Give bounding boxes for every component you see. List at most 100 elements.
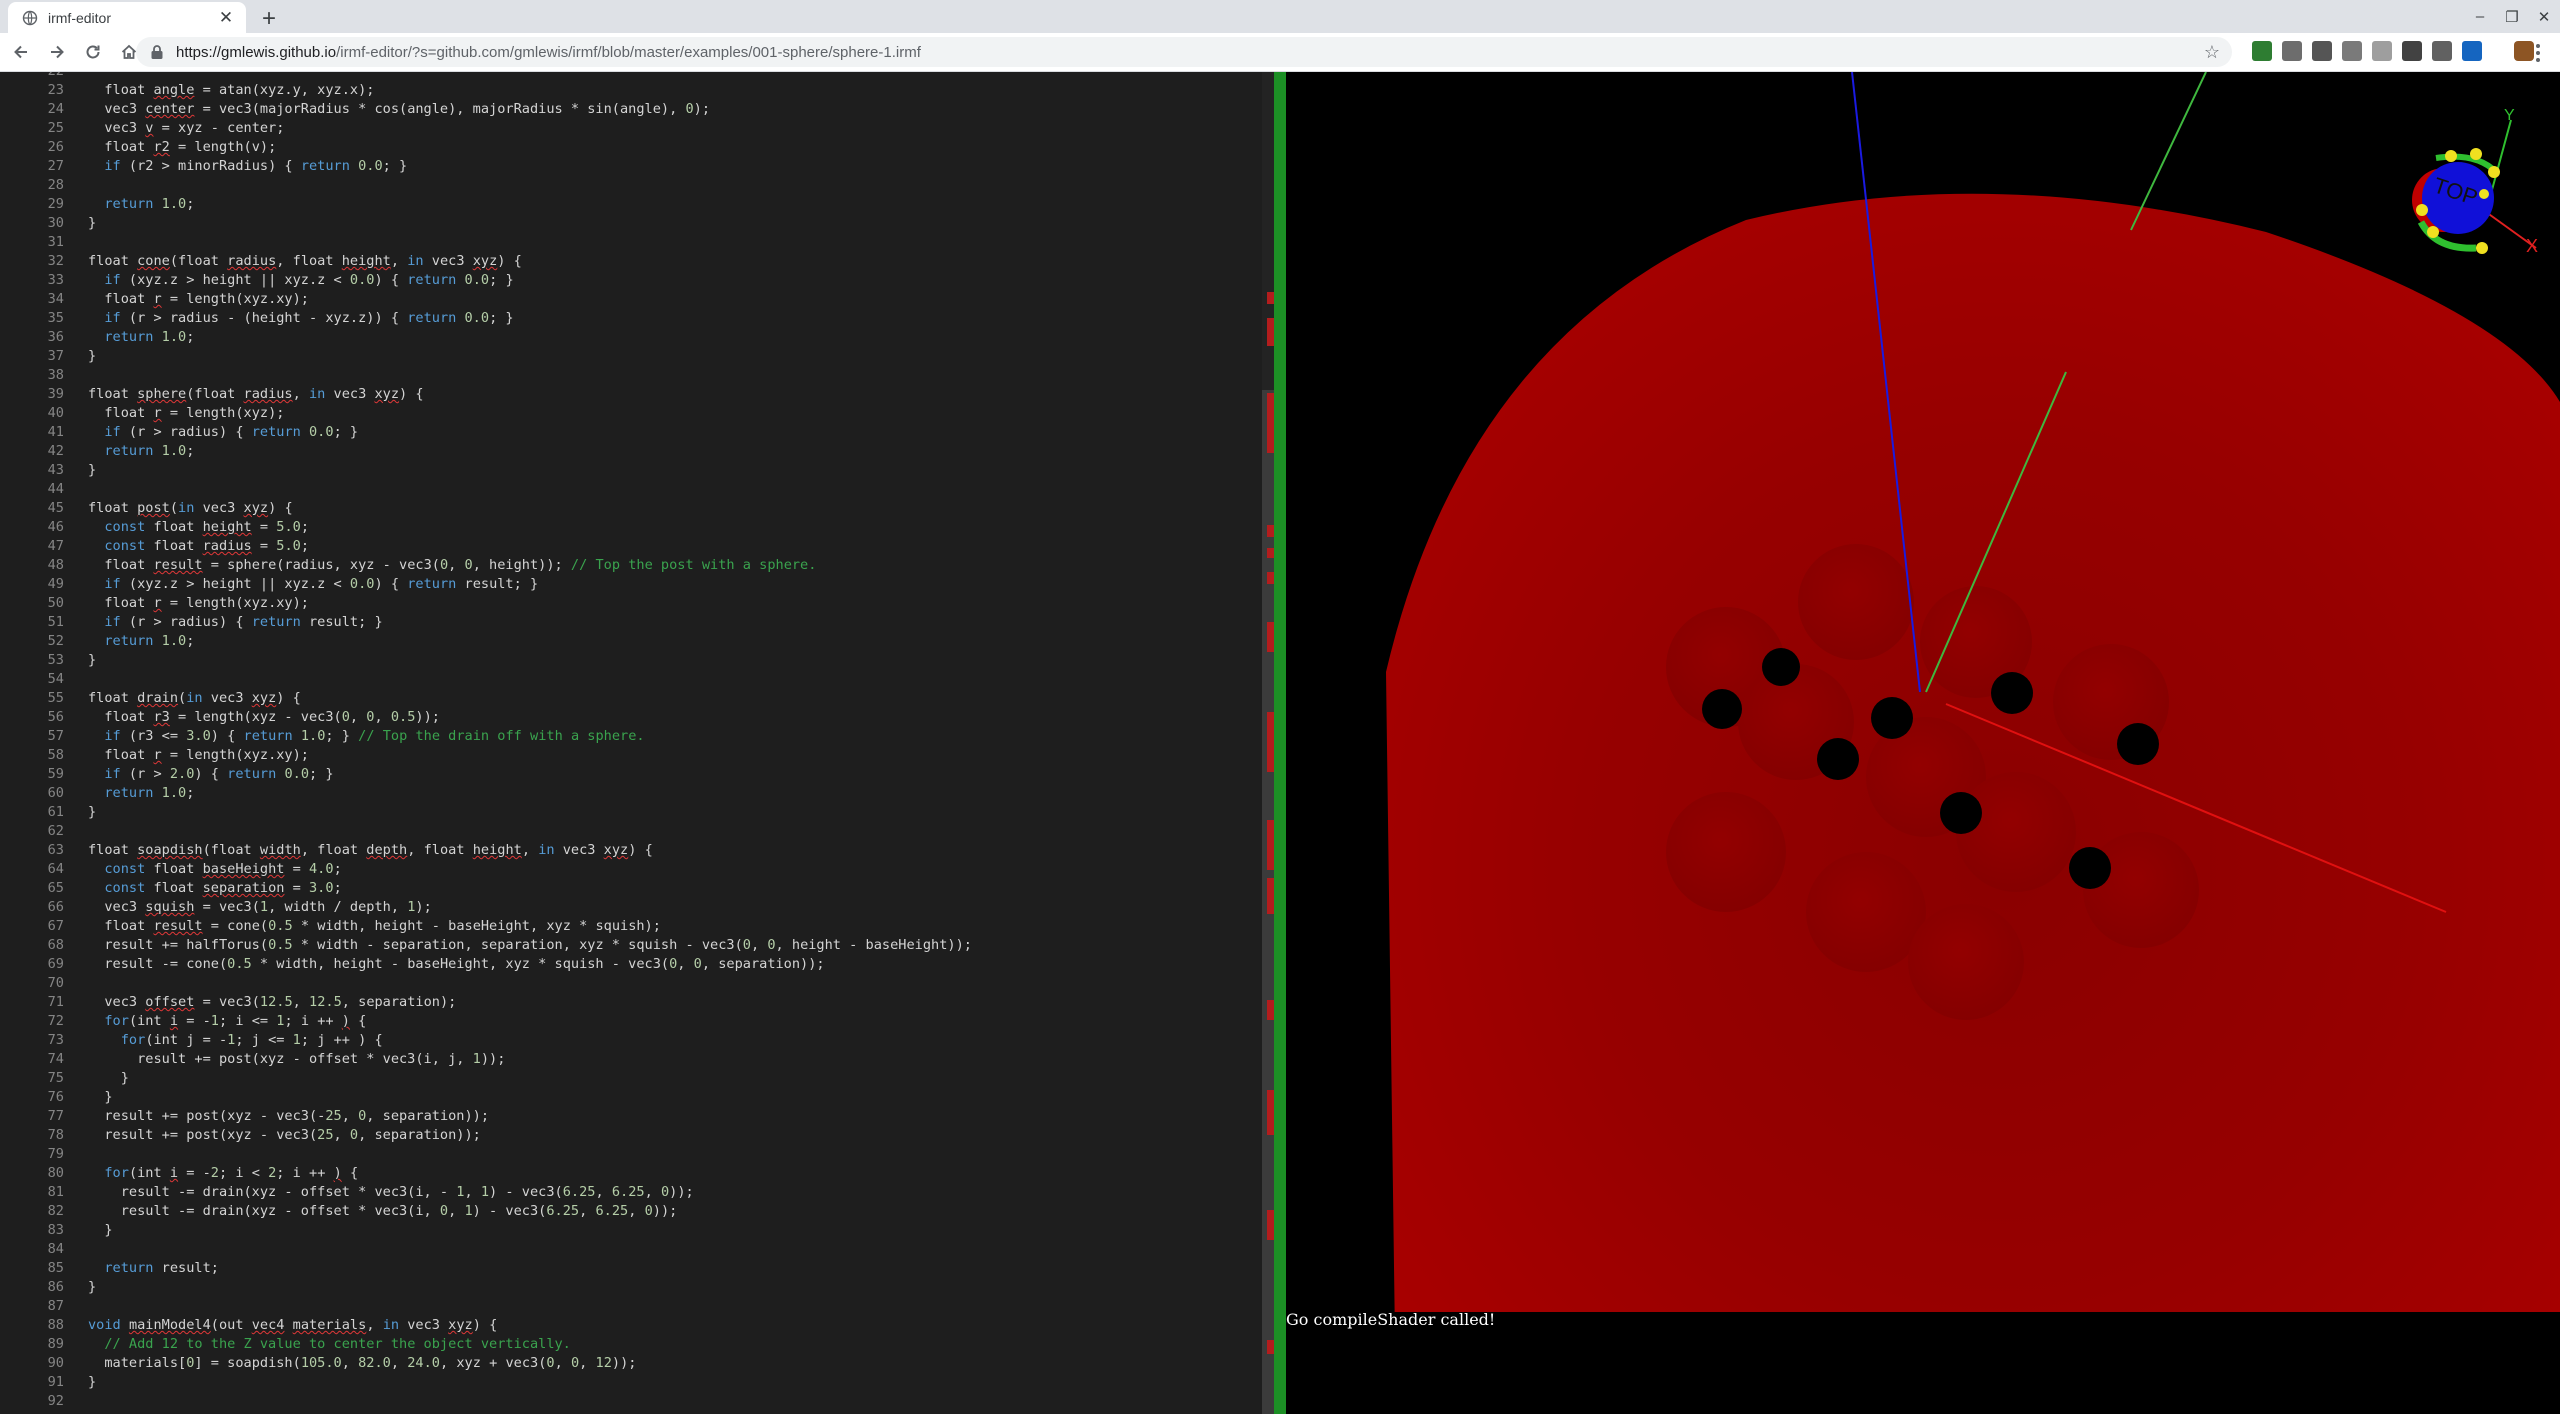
code-line[interactable]: 57 if (r3 <= 3.0) { return 1.0; } // Top… xyxy=(0,727,1262,746)
code-line[interactable]: 41 if (r > radius) { return 0.0; } xyxy=(0,423,1262,442)
code-line[interactable]: 89 // Add 12 to the Z value to center th… xyxy=(0,1335,1262,1354)
code-line[interactable]: 69 result -= cone(0.5 * width, height - … xyxy=(0,955,1262,974)
code-line[interactable]: 49 if (xyz.z > height || xyz.z < 0.0) { … xyxy=(0,575,1262,594)
code-editor[interactable]: 22 23 float angle = atan(xyz.y, xyz.x);2… xyxy=(0,72,1262,1414)
code-line[interactable]: 91} xyxy=(0,1373,1262,1392)
code-line[interactable]: 86} xyxy=(0,1278,1262,1297)
code-line[interactable]: 83 } xyxy=(0,1221,1262,1240)
browser-menu-icon[interactable] xyxy=(2528,42,2548,64)
code-line[interactable]: 23 float angle = atan(xyz.y, xyz.x); xyxy=(0,81,1262,100)
code-line[interactable]: 33 if (xyz.z > height || xyz.z < 0.0) { … xyxy=(0,271,1262,290)
extension-doc-icon[interactable] xyxy=(2432,41,2452,61)
code-token: 0.0 xyxy=(349,272,375,288)
close-tab-icon[interactable]: ✕ xyxy=(216,8,236,28)
code-line[interactable]: 68 result += halfTorus(0.5 * width - sep… xyxy=(0,936,1262,955)
code-line[interactable]: 36 return 1.0; xyxy=(0,328,1262,347)
code-line[interactable]: 55 float drain(in vec3 xyz) { xyxy=(0,689,1262,708)
code-line[interactable]: 60 return 1.0; xyxy=(0,784,1262,803)
code-line[interactable]: 53} xyxy=(0,651,1262,670)
code-token: return xyxy=(407,272,457,288)
new-tab-button[interactable]: + xyxy=(256,5,282,32)
code-line[interactable]: 37} xyxy=(0,347,1262,366)
code-line[interactable]: 67 float result = cone(0.5 * width, heig… xyxy=(0,917,1262,936)
code-line[interactable]: 35 if (r > radius - (height - xyz.z)) { … xyxy=(0,309,1262,328)
code-line[interactable]: 34 float r = length(xyz.xy); xyxy=(0,290,1262,309)
code-line[interactable]: 90 materials[0] = soapdish(105.0, 82.0 , … xyxy=(0,1354,1262,1373)
code-line[interactable]: 40 float r = length(xyz); xyxy=(0,404,1262,423)
extension-bird-icon[interactable] xyxy=(2402,41,2422,61)
code-line[interactable]: 54 xyxy=(0,670,1262,689)
code-line[interactable]: 74 result += post(xyz - offset * vec3(i,… xyxy=(0,1050,1262,1069)
code-line[interactable]: 76 } xyxy=(0,1088,1262,1107)
code-line[interactable]: 80 for(int i = -2; i < 2; i ++ ) { xyxy=(0,1164,1262,1183)
code-line[interactable]: 42 return 1.0; xyxy=(0,442,1262,461)
code-line[interactable]: 71 vec3 offset = vec3(12.5, 12.5, separa… xyxy=(0,993,1262,1012)
code-line[interactable]: 79 xyxy=(0,1145,1262,1164)
code-line[interactable]: 29 return 1.0; xyxy=(0,195,1262,214)
code-line[interactable]: 59 if (r > 2.0) { return 0.0; } xyxy=(0,765,1262,784)
code-line[interactable]: 77 result += post(xyz - vec3(-25, 0, sep… xyxy=(0,1107,1262,1126)
code-line[interactable]: 84 xyxy=(0,1240,1262,1259)
code-line[interactable]: 81 result -= drain(xyz - offset * vec3(i… xyxy=(0,1183,1262,1202)
code-line[interactable]: 25 vec3 v = xyz - center; xyxy=(0,119,1262,138)
extension-arrow-icon[interactable] xyxy=(2252,41,2272,61)
bookmark-star-icon[interactable]: ☆ xyxy=(2202,42,2222,62)
code-line[interactable]: 50 float r = length(xyz.xy); xyxy=(0,594,1262,613)
code-line[interactable]: 51 if (r > radius) { return result; } xyxy=(0,613,1262,632)
code-line[interactable]: 39 float sphere(float radius, in vec3 xyz… xyxy=(0,385,1262,404)
extension-mail-icon[interactable] xyxy=(2342,41,2362,61)
code-token: cone xyxy=(137,253,170,269)
extension-grid-icon[interactable] xyxy=(2282,41,2302,61)
code-line[interactable]: 26 float r2 = length(v); xyxy=(0,138,1262,157)
code-line[interactable]: 28 xyxy=(0,176,1262,195)
forward-button[interactable] xyxy=(42,37,72,67)
code-line[interactable]: 63 float soapdish(float width, float dept… xyxy=(0,841,1262,860)
extension-bottle-icon[interactable] xyxy=(2372,41,2392,61)
code-line[interactable]: 38 xyxy=(0,366,1262,385)
code-line[interactable]: 78 result += post(xyz - vec3(25, 0, sepa… xyxy=(0,1126,1262,1145)
code-line[interactable]: 66 vec3 squish = vec3(1, width / depth, … xyxy=(0,898,1262,917)
code-line[interactable]: 75 } xyxy=(0,1069,1262,1088)
url-host: https://gmlewis.github.io xyxy=(176,43,337,61)
code-line[interactable]: 88 void mainModel4(out vec4 materials, in… xyxy=(0,1316,1262,1335)
extension-f-icon[interactable] xyxy=(2312,41,2332,61)
pane-divider[interactable] xyxy=(1274,72,1286,1414)
code-line[interactable]: 30} xyxy=(0,214,1262,233)
code-line[interactable]: 92 xyxy=(0,1392,1262,1411)
code-line[interactable]: 27 if (r2 > minorRadius) { return 0.0; } xyxy=(0,157,1262,176)
code-line[interactable]: 62 xyxy=(0,822,1262,841)
code-line[interactable]: 64 const float baseHeight = 4.0; xyxy=(0,860,1262,879)
address-bar[interactable]: https://gmlewis.github.io/irmf-editor/?s… xyxy=(136,37,2232,67)
tab-irmf-editor[interactable]: irmf-editor ✕ xyxy=(8,2,246,33)
3d-viewport[interactable]: TOP Y X xyxy=(1286,72,2560,1414)
code-line[interactable]: 72 for(int i = -1; i <= 1; i ++ ) { xyxy=(0,1012,1262,1031)
code-line[interactable]: 82 result -= drain(xyz - offset * vec3(i… xyxy=(0,1202,1262,1221)
reload-button[interactable] xyxy=(78,37,108,67)
code-line[interactable]: 48 float result = sphere(radius, xyz - v… xyxy=(0,556,1262,575)
code-line[interactable]: 56 float r3 = length(xyz - vec3(0, 0, 0.… xyxy=(0,708,1262,727)
code-line[interactable]: 44 xyxy=(0,480,1262,499)
code-line[interactable]: 47 const float radius = 5.0; xyxy=(0,537,1262,556)
code-line[interactable]: 32 float cone(float radius, float height,… xyxy=(0,252,1262,271)
code-line[interactable]: 73 for(int j = -1; j <= 1; j ++ ) { xyxy=(0,1031,1262,1050)
code-line[interactable]: 65 const float separation = 3.0; xyxy=(0,879,1262,898)
restore-button[interactable]: ❐ xyxy=(2496,0,2528,33)
code-line[interactable]: 61} xyxy=(0,803,1262,822)
code-line[interactable]: 52 return 1.0; xyxy=(0,632,1262,651)
code-line[interactable]: 58 float r = length(xyz.xy); xyxy=(0,746,1262,765)
code-line[interactable]: 45 float post(in vec3 xyz) { xyxy=(0,499,1262,518)
code-line[interactable]: 85 return result; xyxy=(0,1259,1262,1278)
line-text xyxy=(64,366,88,385)
code-token: vec3 xyxy=(88,101,146,117)
code-line[interactable]: 46 const float height = 5.0; xyxy=(0,518,1262,537)
code-line[interactable]: 31 xyxy=(0,233,1262,252)
code-line[interactable]: 87 xyxy=(0,1297,1262,1316)
minimize-button[interactable]: – xyxy=(2464,0,2496,33)
close-window-button[interactable]: ✕ xyxy=(2528,0,2560,33)
code-line[interactable]: 22 xyxy=(0,72,1262,81)
back-button[interactable] xyxy=(6,37,36,67)
code-line[interactable]: 24 vec3 center = vec3(majorRadius * cos(… xyxy=(0,100,1262,119)
code-line[interactable]: 43} xyxy=(0,461,1262,480)
extension-blue-icon[interactable] xyxy=(2462,41,2482,61)
code-line[interactable]: 70 xyxy=(0,974,1262,993)
